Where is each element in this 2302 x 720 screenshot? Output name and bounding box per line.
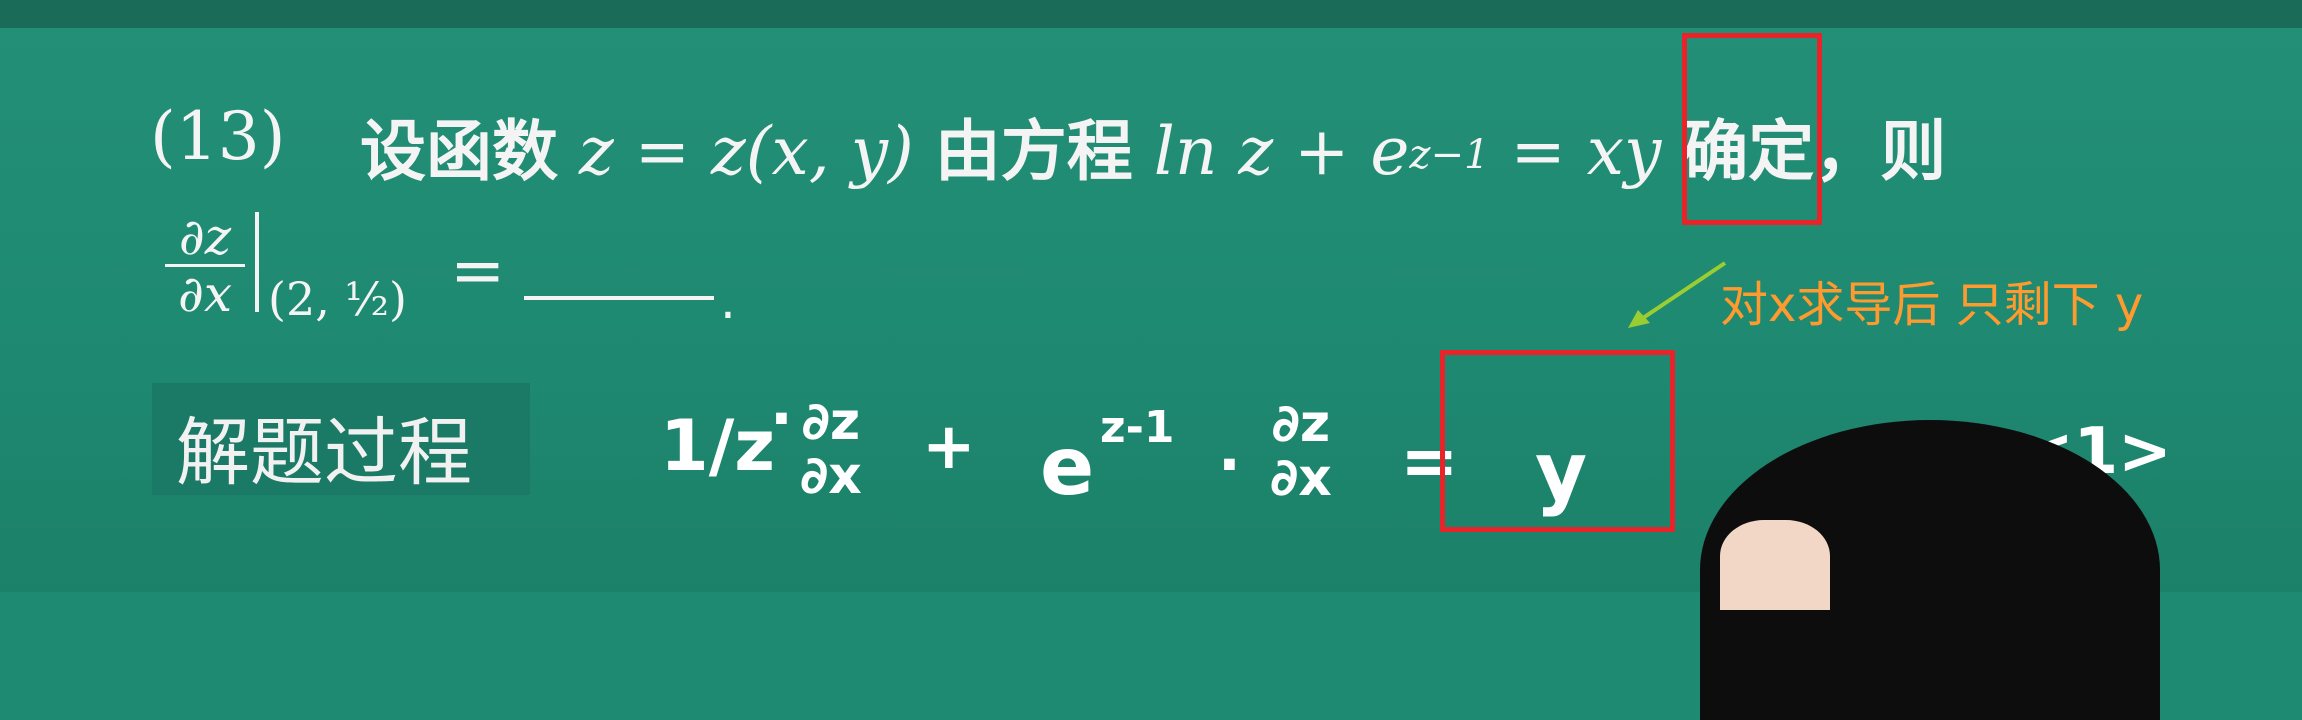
equation-left: ln z + e	[1153, 113, 1410, 190]
question-number: (13)	[150, 98, 286, 175]
top-border	[0, 0, 2302, 28]
hw-dz-dx-2: ∂z ∂x	[1270, 397, 1332, 505]
annotation-text: 对x求导后 只剩下 y	[1720, 277, 2144, 333]
evaluation-bar	[255, 212, 259, 312]
highlight-box-xy	[1682, 33, 1822, 225]
question-mid: 由方程	[934, 113, 1133, 190]
partial-derivative: ∂z ∂x	[165, 210, 245, 321]
function-expression: z = z(x, y)	[578, 113, 914, 190]
hw-one-over-z: 1/z	[660, 405, 776, 487]
hw-dz-1: ∂z	[801, 392, 861, 452]
annotation-arrow-icon	[1628, 261, 1727, 328]
hw-dz-dx-1: ∂z ∂x	[800, 395, 862, 503]
answer-blank	[524, 296, 714, 300]
presenter-face	[1720, 520, 1830, 610]
hw-dx-2: ∂x	[1270, 448, 1332, 508]
hw-dz-2: ∂z	[1271, 394, 1331, 454]
derivative-numerator: ∂z	[165, 210, 245, 267]
hw-dot-2: ·	[1218, 430, 1241, 500]
solution-label: 解题过程	[176, 410, 472, 496]
highlight-box-y	[1440, 350, 1675, 532]
hw-dot-1: ·	[770, 384, 793, 454]
hw-exponent: z-1	[1100, 402, 1175, 453]
period: .	[720, 272, 736, 330]
equation-right: = xy	[1510, 113, 1662, 190]
exponent: z−1	[1409, 132, 1490, 178]
hw-e: e	[1040, 420, 1095, 513]
equals-sign: =	[450, 232, 506, 309]
evaluation-point: (2, ½)	[268, 272, 407, 326]
hw-dx-1: ∂x	[800, 446, 862, 506]
derivative-denominator: ∂x	[177, 265, 233, 323]
hw-plus: +	[922, 410, 976, 484]
question-prefix: 设函数	[360, 113, 558, 190]
